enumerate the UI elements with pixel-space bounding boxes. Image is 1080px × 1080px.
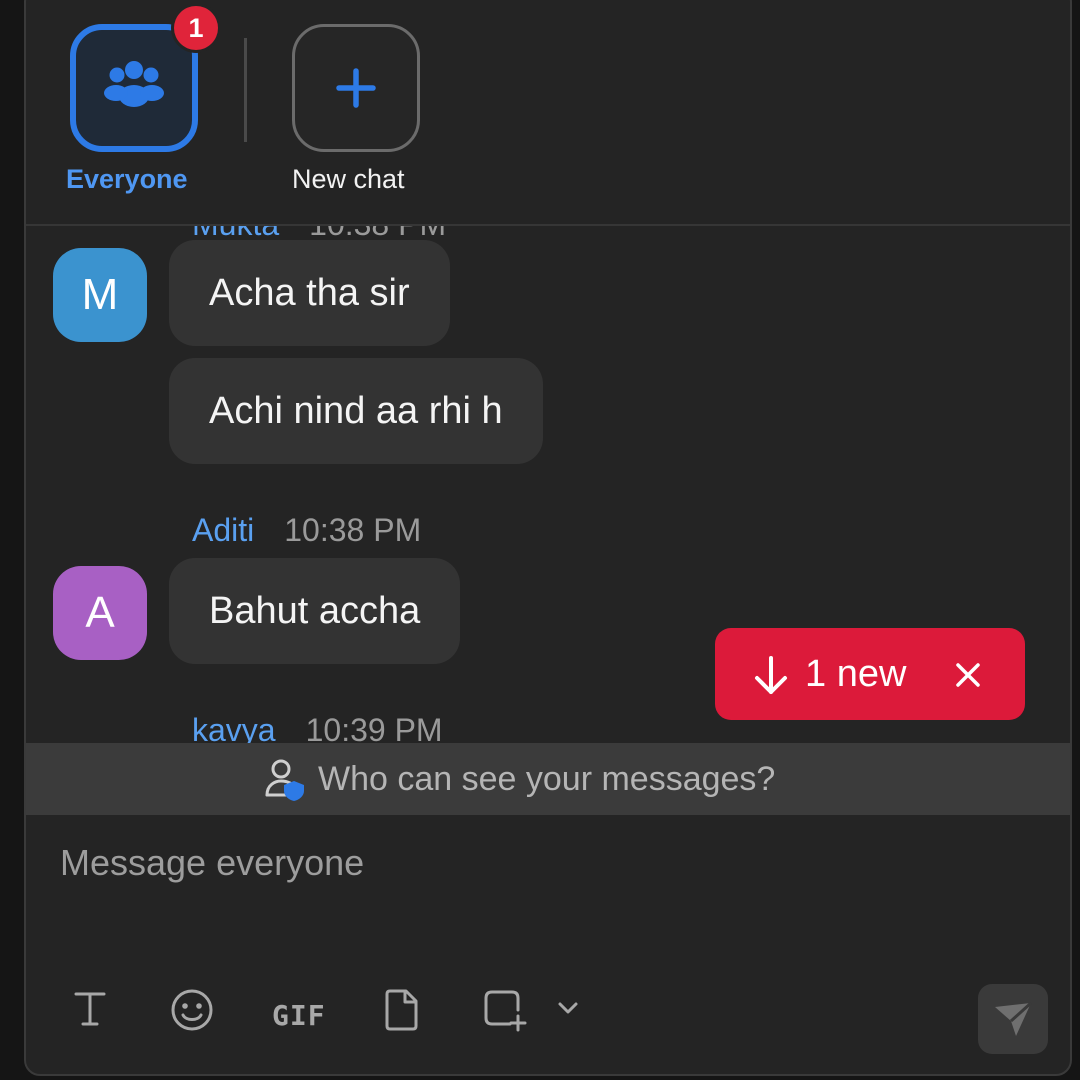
close-icon[interactable] bbox=[951, 658, 985, 692]
unread-badge: 1 bbox=[174, 6, 218, 50]
file-icon bbox=[385, 989, 418, 1031]
screenshot-button[interactable] bbox=[482, 988, 530, 1032]
message-time: 10:38 PM bbox=[284, 512, 422, 548]
privacy-shield-icon bbox=[265, 759, 304, 801]
message-time: 10:39 PM bbox=[305, 712, 443, 743]
text-format-button[interactable] bbox=[70, 988, 110, 1028]
new-chat-label[interactable]: New chat bbox=[292, 164, 405, 195]
new-messages-label: 1 new bbox=[805, 653, 907, 695]
divider bbox=[244, 38, 247, 142]
chevron-down-icon bbox=[558, 1002, 578, 1014]
message-input[interactable] bbox=[60, 833, 1000, 893]
new-chat-button[interactable] bbox=[292, 24, 420, 152]
message-bubble[interactable]: Achi nind aa rhi h bbox=[169, 358, 543, 464]
new-messages-button[interactable]: 1 new bbox=[715, 628, 1025, 720]
text-format-icon bbox=[74, 992, 106, 1026]
everyone-chip[interactable] bbox=[70, 24, 198, 152]
sender-name[interactable]: kavya bbox=[192, 712, 276, 743]
sender-name[interactable]: Aditi bbox=[192, 512, 254, 548]
send-button[interactable] bbox=[978, 984, 1048, 1054]
privacy-notice[interactable]: Who can see your messages? bbox=[26, 743, 1070, 815]
emoji-button[interactable] bbox=[170, 988, 214, 1032]
group-icon bbox=[104, 61, 164, 107]
file-button[interactable] bbox=[382, 988, 420, 1032]
arrow-down-icon bbox=[755, 656, 787, 694]
recipient-bar: 1 Everyone New chat bbox=[26, 0, 1070, 226]
more-tools-dropdown[interactable] bbox=[556, 996, 580, 1020]
message-header: kavya 10:39 PM bbox=[192, 712, 443, 743]
plus-icon bbox=[336, 68, 376, 108]
emoji-icon bbox=[171, 989, 213, 1031]
message-bubble[interactable]: Bahut accha bbox=[169, 558, 461, 664]
avatar[interactable]: A bbox=[53, 566, 147, 660]
send-icon bbox=[995, 1001, 1033, 1036]
avatar[interactable]: M bbox=[53, 248, 147, 342]
gif-button[interactable]: GIF bbox=[272, 999, 326, 1032]
everyone-label[interactable]: Everyone bbox=[66, 164, 188, 195]
chat-panel: 1 Everyone New chat Mukta10:38 PM M Acha… bbox=[24, 0, 1072, 1076]
screenshot-icon bbox=[484, 990, 527, 1032]
message-bubble[interactable]: Acha tha sir bbox=[169, 240, 450, 346]
message-header: Aditi 10:38 PM bbox=[192, 512, 421, 549]
privacy-notice-text: Who can see your messages? bbox=[318, 760, 776, 798]
